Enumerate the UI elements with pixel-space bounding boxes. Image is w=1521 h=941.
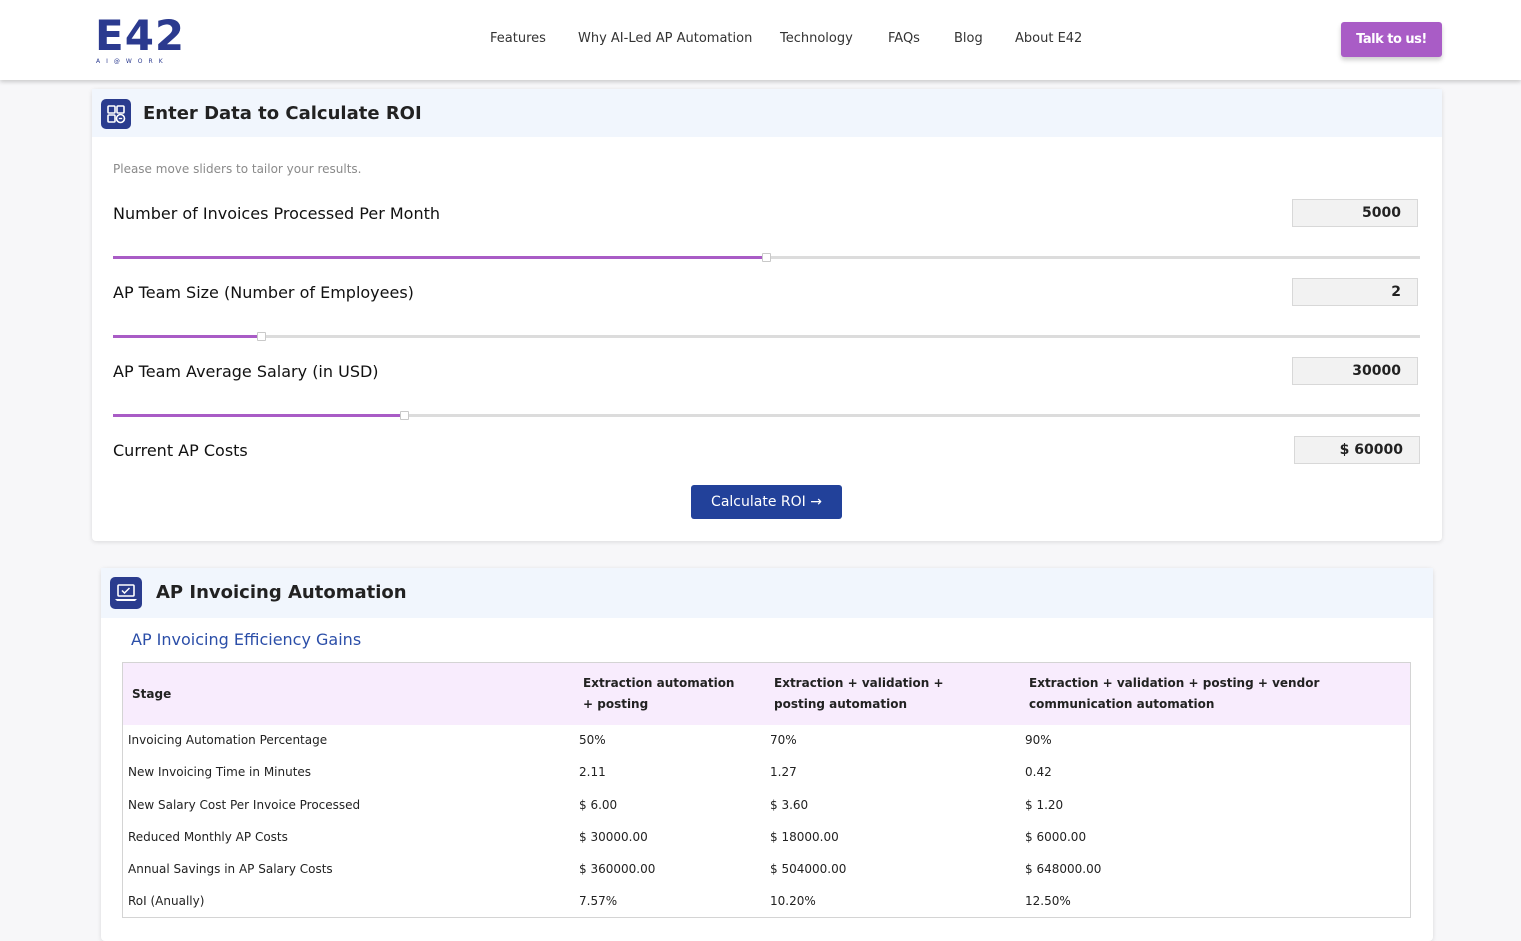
table-cell: $ 6.00 — [579, 798, 618, 812]
talk-to-us-button[interactable]: Talk to us! — [1341, 22, 1442, 57]
team-size-slider[interactable] — [113, 332, 1420, 341]
nav-technology[interactable]: Technology — [780, 30, 853, 48]
table-cell: $ 30000.00 — [579, 830, 648, 844]
table-cell: 10.20% — [770, 894, 816, 908]
logo-tagline: AI@WORK — [96, 58, 169, 65]
table-cell: 12.50% — [1025, 894, 1071, 908]
ap-invoicing-automation-card: AP Invoicing Automation AP Invoicing Eff… — [101, 568, 1433, 941]
team-size-input[interactable]: 2 — [1292, 278, 1418, 306]
current-ap-costs-label: Current AP Costs — [113, 441, 248, 460]
laptop-automation-icon — [110, 577, 142, 609]
table-row-label: Annual Savings in AP Salary Costs — [128, 862, 333, 876]
table-row-label: Invoicing Automation Percentage — [128, 733, 328, 747]
average-salary-slider[interactable] — [113, 411, 1420, 420]
column-header-full-automation: Extraction + validation + posting + vend… — [1029, 676, 1320, 711]
table-cell: $ 504000.00 — [770, 862, 847, 876]
automation-card-header: AP Invoicing Automation — [101, 568, 1433, 618]
table-cell: $ 360000.00 — [579, 862, 656, 876]
table-cell: 90% — [1025, 733, 1052, 747]
table-cell: $ 6000.00 — [1025, 830, 1087, 844]
nav-features[interactable]: Features — [490, 30, 546, 48]
nav-faqs[interactable]: FAQs — [888, 30, 920, 48]
column-header-extraction-validation-posting: Extraction + validation + posting automa… — [774, 676, 944, 711]
table-cell: $ 18000.00 — [770, 830, 839, 844]
table-cell: $ 648000.00 — [1025, 862, 1102, 876]
efficiency-gains-table: Stage Extraction automation + posting Ex… — [122, 662, 1411, 918]
salary-slider-handle[interactable] — [400, 411, 409, 420]
average-salary-input[interactable]: 30000 — [1292, 357, 1418, 385]
team-size-slider-fill — [113, 335, 261, 338]
invoices-per-month-input[interactable]: 5000 — [1292, 199, 1418, 227]
calculate-roi-button[interactable]: Calculate ROI → — [691, 485, 842, 519]
table-header-row: Stage Extraction automation + posting Ex… — [123, 663, 1410, 725]
table-cell: 1.27 — [770, 765, 797, 779]
invoices-per-month-label: Number of Invoices Processed Per Month — [113, 204, 441, 223]
roi-input-card: Enter Data to Calculate ROI Please move … — [92, 89, 1442, 541]
table-cell: $ 1.20 — [1025, 798, 1064, 812]
salary-slider-fill — [113, 414, 404, 417]
invoices-per-month-slider[interactable] — [113, 253, 1420, 262]
nav-why-ai-led-ap-automation[interactable]: Why AI-Led AP Automation — [578, 30, 752, 48]
automation-card-title: AP Invoicing Automation — [156, 582, 407, 603]
roi-card-title: Enter Data to Calculate ROI — [143, 103, 422, 124]
efficiency-gains-heading: AP Invoicing Efficiency Gains — [131, 630, 362, 649]
table-row-label: New Invoicing Time in Minutes — [128, 765, 312, 779]
table-row-label: RoI (Anually) — [128, 894, 205, 908]
column-header-stage: Stage — [132, 687, 172, 701]
roi-card-header: Enter Data to Calculate ROI — [92, 89, 1442, 137]
nav-blog[interactable]: Blog — [954, 30, 983, 48]
main-nav: Features Why AI-Led AP Automation Techno… — [0, 30, 1521, 50]
table-row-label: Reduced Monthly AP Costs — [128, 830, 288, 844]
column-header-extraction-posting: Extraction automation + posting — [583, 676, 735, 711]
team-size-slider-handle[interactable] — [257, 332, 266, 341]
table-cell: 70% — [770, 733, 797, 747]
table-cell: $ 3.60 — [770, 798, 809, 812]
top-navigation-bar: E42 AI@WORK Features Why AI-Led AP Autom… — [0, 0, 1521, 80]
nav-about-e42[interactable]: About E42 — [1015, 30, 1082, 48]
table-cell: 0.42 — [1025, 765, 1052, 779]
slider-hint-text: Please move sliders to tailor your resul… — [113, 162, 362, 176]
table-cell: 50% — [579, 733, 606, 747]
invoices-slider-handle[interactable] — [762, 253, 771, 262]
table-cell: 7.57% — [579, 894, 618, 908]
table-cell: 2.11 — [579, 765, 606, 779]
calculator-icon — [101, 99, 131, 129]
table-row-label: New Salary Cost Per Invoice Processed — [128, 798, 361, 812]
current-ap-costs-value: $ 60000 — [1294, 436, 1420, 464]
invoices-slider-fill — [113, 256, 766, 259]
average-salary-label: AP Team Average Salary (in USD) — [113, 362, 379, 381]
team-size-label: AP Team Size (Number of Employees) — [113, 283, 414, 302]
